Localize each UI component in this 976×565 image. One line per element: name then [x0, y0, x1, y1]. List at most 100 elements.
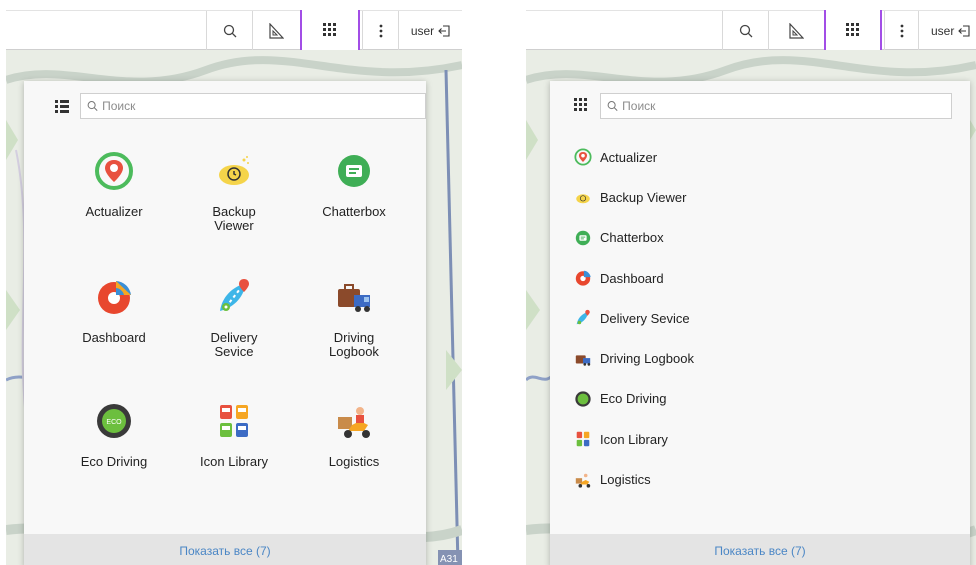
- app-label: Logistics: [328, 454, 380, 469]
- apps-grid-icon: [323, 23, 336, 36]
- search-button[interactable]: [206, 11, 252, 51]
- eco-driving-icon: [575, 391, 591, 407]
- kebab-menu-icon: [379, 24, 382, 38]
- road-label: A31: [440, 554, 458, 565]
- app-label: Dashboard: [600, 270, 664, 286]
- search-icon: [607, 101, 618, 112]
- app-label: Icon Library: [200, 454, 268, 469]
- svg-text:ECO: ECO: [106, 419, 122, 426]
- app-list-item-driving-logbook[interactable]: Driving Logbook: [574, 338, 694, 378]
- app-list-item-actualizer[interactable]: Actualizer: [574, 137, 694, 177]
- icon-library-icon: [220, 405, 248, 437]
- logout-icon: [958, 25, 970, 37]
- app-label: Eco Driving: [600, 391, 667, 407]
- app-tile-icon-library[interactable]: Icon Library: [174, 401, 294, 501]
- chatterbox-icon: [575, 230, 591, 245]
- app-label: Chatterbox: [600, 230, 664, 246]
- app-label: Backup Viewer: [212, 204, 256, 233]
- app-label: Dashboard: [82, 330, 146, 345]
- user-menu-button[interactable]: user: [918, 11, 976, 51]
- app-tile-chatterbox[interactable]: Chatterbox: [294, 151, 414, 251]
- user-name: user: [410, 24, 435, 38]
- apps-dropdown: Actualizer Backup Viewer Chatterbox Dash…: [550, 81, 970, 565]
- list-icon: [55, 100, 69, 113]
- apps-menu-button[interactable]: [824, 10, 882, 53]
- apps-panel-list-view: user Actualizer: [526, 10, 976, 565]
- app-list-item-delivery-service[interactable]: Delivery Sevice: [574, 298, 694, 338]
- app-label: Eco Driving: [80, 454, 148, 469]
- dropdown-footer: Показать все (7): [550, 534, 970, 565]
- search-icon: [87, 101, 98, 111]
- more-menu-button[interactable]: [362, 11, 398, 51]
- delivery-service-icon: [220, 279, 249, 311]
- app-tile-driving-logbook[interactable]: Driving Logbook: [294, 277, 414, 377]
- dashboard-icon: [575, 270, 591, 286]
- search-input[interactable]: [618, 99, 951, 113]
- search-icon: [223, 24, 236, 38]
- actualizer-icon: [574, 148, 592, 166]
- backup-viewer-icon: [576, 194, 590, 204]
- apps-grid-icon: [846, 23, 859, 36]
- app-tile-logistics[interactable]: Logistics: [294, 401, 414, 501]
- user-menu-button[interactable]: user: [398, 11, 462, 51]
- app-label: Backup Viewer: [600, 189, 687, 205]
- actualizer-icon: [95, 152, 133, 190]
- backup-viewer-icon: [219, 156, 249, 185]
- app-label: Delivery Sevice: [210, 330, 258, 359]
- app-label: Logistics: [600, 472, 651, 488]
- driving-logbook-icon: [575, 355, 591, 366]
- app-list-item-logistics[interactable]: Logistics: [574, 459, 694, 499]
- app-label: Icon Library: [600, 431, 668, 447]
- ruler-triangle-icon: [788, 23, 804, 39]
- show-all-link[interactable]: Показать все (7): [179, 544, 270, 558]
- app-label: Actualizer: [600, 149, 658, 165]
- ruler-triangle-icon: [268, 23, 284, 39]
- app-tile-backup-viewer[interactable]: Backup Viewer: [174, 151, 294, 251]
- app-label: Driving Logbook: [600, 351, 694, 367]
- driving-logbook-icon: [338, 284, 370, 312]
- search-row: [24, 93, 426, 121]
- apps-panel-grid-view: user A31 Поиск Actualizer Backup Viewer …: [6, 10, 462, 565]
- kebab-menu-icon: [900, 24, 903, 38]
- app-label: Chatterbox: [322, 204, 386, 219]
- logistics-icon: [338, 407, 370, 438]
- list-view-toggle[interactable]: [54, 98, 70, 114]
- apps-grid-icon: [574, 98, 587, 111]
- more-menu-button[interactable]: [884, 11, 918, 51]
- search-button[interactable]: [722, 11, 768, 51]
- app-tile-actualizer[interactable]: Actualizer: [54, 151, 174, 251]
- measure-button[interactable]: [768, 11, 822, 51]
- search-input[interactable]: [98, 99, 425, 113]
- delivery-service-icon: [576, 310, 590, 325]
- logout-icon: [438, 25, 450, 37]
- search-row: [550, 93, 970, 121]
- app-tile-dashboard[interactable]: Dashboard: [54, 277, 174, 377]
- top-toolbar: user: [526, 10, 976, 53]
- apps-list: Actualizer Backup Viewer Chatterbox Dash…: [574, 137, 694, 500]
- app-tile-eco-driving[interactable]: ECO Eco Driving: [54, 401, 174, 501]
- app-label: Actualizer: [85, 204, 143, 219]
- app-list-item-icon-library[interactable]: Icon Library: [574, 419, 694, 459]
- apps-dropdown: Actualizer Backup Viewer Chatterbox Dash…: [24, 81, 426, 565]
- icon-library-icon: [576, 432, 590, 447]
- eco-driving-icon: ECO: [97, 404, 131, 438]
- logistics-icon: [575, 473, 591, 488]
- app-tile-delivery-service[interactable]: Delivery Sevice: [174, 277, 294, 377]
- user-name: user: [931, 24, 955, 38]
- app-label: Driving Logbook: [329, 330, 379, 359]
- grid-view-toggle[interactable]: [574, 98, 590, 114]
- app-list-item-backup-viewer[interactable]: Backup Viewer: [574, 177, 694, 217]
- app-list-item-dashboard[interactable]: Dashboard: [574, 258, 694, 298]
- search-box: [80, 93, 426, 119]
- chatterbox-icon: [338, 155, 370, 187]
- app-list-item-eco-driving[interactable]: Eco Driving: [574, 379, 694, 419]
- show-all-link[interactable]: Показать все (7): [714, 544, 805, 558]
- dropdown-footer: Показать все (7): [24, 534, 426, 565]
- search-icon: [739, 24, 752, 38]
- apps-menu-button[interactable]: [300, 10, 360, 53]
- app-list-item-chatterbox[interactable]: Chatterbox: [574, 218, 694, 258]
- app-label: Delivery Sevice: [600, 310, 690, 326]
- top-toolbar: user: [6, 10, 462, 53]
- measure-button[interactable]: [252, 11, 298, 51]
- dashboard-icon: [98, 281, 131, 314]
